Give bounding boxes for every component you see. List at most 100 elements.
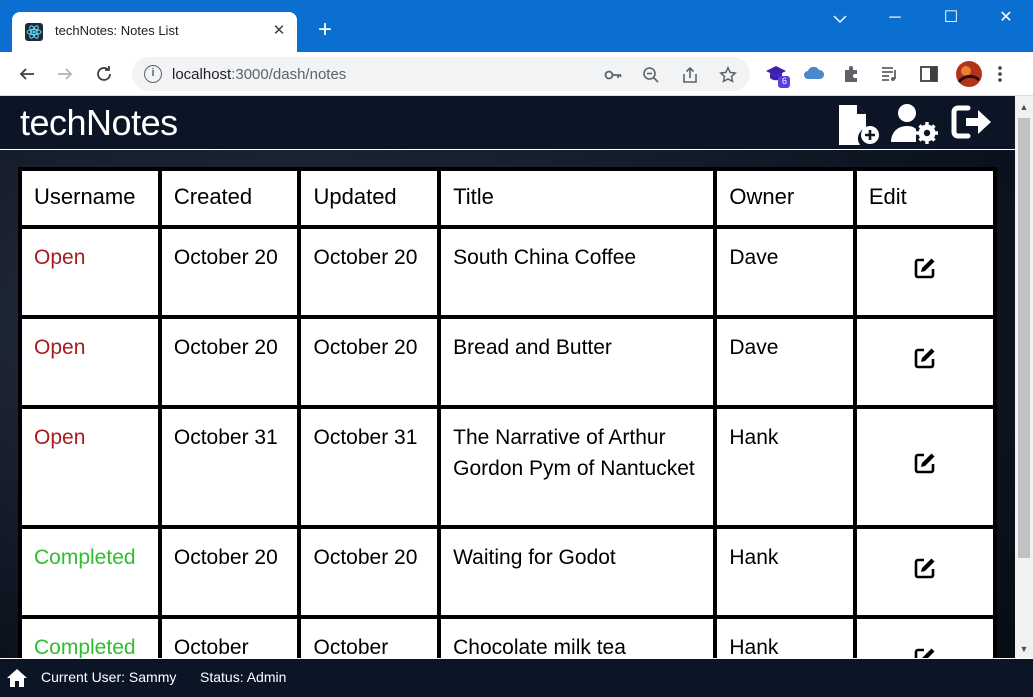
notes-table-container: Username Created Updated Title Owner Edi… <box>18 167 997 658</box>
forward-button[interactable] <box>51 60 79 88</box>
edit-note-button[interactable] <box>912 646 938 658</box>
zoom-icon[interactable] <box>640 64 662 86</box>
scroll-down-arrow-icon[interactable]: ▼ <box>1018 642 1030 656</box>
note-owner: Dave <box>717 319 853 405</box>
extension-graduation-icon[interactable]: 6 <box>764 62 790 88</box>
side-panel-icon[interactable] <box>919 64 941 86</box>
note-status: Open <box>22 229 158 315</box>
tab-search-icon[interactable] <box>817 6 863 32</box>
notes-table: Username Created Updated Title Owner Edi… <box>18 167 997 658</box>
new-note-button[interactable] <box>836 102 882 146</box>
home-button[interactable] <box>6 668 28 688</box>
note-edit-cell <box>856 619 993 658</box>
tab-close-icon[interactable]: ✕ <box>270 20 288 42</box>
logout-button[interactable] <box>950 102 994 146</box>
column-header-updated: Updated <box>301 171 438 225</box>
new-tab-button[interactable]: + <box>312 17 338 43</box>
edit-note-button[interactable] <box>912 451 938 477</box>
note-owner: Hank <box>717 529 853 615</box>
scrollbar-thumb[interactable] <box>1018 118 1030 558</box>
note-owner: Hank <box>717 409 853 525</box>
share-icon[interactable] <box>679 64 701 86</box>
note-updated: October 20 <box>301 229 438 315</box>
note-status: Open <box>22 409 158 525</box>
reload-button[interactable] <box>90 60 118 88</box>
table-header-row: Username Created Updated Title Owner Edi… <box>22 171 993 225</box>
edit-pencil-icon <box>914 258 935 278</box>
edit-pencil-icon <box>914 453 935 473</box>
edit-pencil-icon <box>914 648 935 658</box>
column-header-username: Username <box>22 171 158 225</box>
maximize-button[interactable]: ☐ <box>928 6 974 32</box>
note-title: Waiting for Godot <box>441 529 714 615</box>
table-row[interactable]: Open October 20 October 20 Bread and But… <box>22 319 993 405</box>
page-scrollbar[interactable]: ▲ ▼ <box>1015 96 1033 658</box>
note-created: October 31 <box>161 409 298 525</box>
url-host: localhost <box>172 66 232 83</box>
note-status: Completed <box>22 619 158 658</box>
key-icon[interactable] <box>602 64 624 86</box>
note-title: South China Coffee <box>441 229 714 315</box>
app-brand-link[interactable]: techNotes <box>20 102 178 144</box>
note-created: October <box>161 619 298 658</box>
note-edit-cell <box>856 529 993 615</box>
extensions-puzzle-icon[interactable] <box>842 64 864 86</box>
user-gear-icon <box>891 104 938 144</box>
edit-note-button[interactable] <box>912 556 938 582</box>
column-header-created: Created <box>161 171 298 225</box>
note-created: October 20 <box>161 529 298 615</box>
minimize-button[interactable]: ─ <box>872 6 918 32</box>
home-icon <box>7 669 27 687</box>
table-row[interactable]: Completed October October Chocolate milk… <box>22 619 993 658</box>
media-queue-icon[interactable] <box>880 64 902 86</box>
user-settings-button[interactable] <box>890 102 940 146</box>
table-row[interactable]: Completed October 20 October 20 Waiting … <box>22 529 993 615</box>
edit-note-button[interactable] <box>912 346 938 372</box>
page-viewport: techNotes Username Created Updated Title… <box>0 96 1015 658</box>
note-owner: Hank <box>717 619 853 658</box>
column-header-edit: Edit <box>856 171 993 225</box>
note-updated: October 20 <box>301 529 438 615</box>
edit-pencil-icon <box>914 558 935 578</box>
note-edit-cell <box>856 229 993 315</box>
current-user-label: Current User: Sammy <box>41 669 177 685</box>
site-info-icon[interactable]: i <box>144 65 162 83</box>
note-owner: Dave <box>717 229 853 315</box>
app-header: techNotes <box>0 96 1015 150</box>
column-header-owner: Owner <box>717 171 853 225</box>
browser-title-bar: techNotes: Notes List ✕ + ─ ☐ ✕ <box>0 0 1033 52</box>
sign-out-icon <box>951 105 991 139</box>
browser-menu-icon[interactable] <box>997 64 1019 86</box>
profile-avatar[interactable] <box>955 60 983 88</box>
note-status: Completed <box>22 529 158 615</box>
edit-note-button[interactable] <box>912 256 938 282</box>
note-title: Chocolate milk tea <box>441 619 714 658</box>
user-status-label: Status: Admin <box>200 669 287 685</box>
note-updated: October 31 <box>301 409 438 525</box>
table-row[interactable]: Open October 20 October 20 South China C… <box>22 229 993 315</box>
column-header-title: Title <box>441 171 714 225</box>
note-title: Bread and Butter <box>441 319 714 405</box>
browser-toolbar: i localhost:3000/dash/notes 6 <box>0 52 1033 96</box>
react-favicon-icon <box>25 23 43 41</box>
note-updated: October 20 <box>301 319 438 405</box>
note-created: October 20 <box>161 229 298 315</box>
url-path: :3000/dash/notes <box>231 66 347 83</box>
address-bar[interactable]: i localhost:3000/dash/notes <box>132 57 750 91</box>
note-title: The Narrative of Arthur Gordon Pym of Na… <box>441 409 714 525</box>
file-plus-icon <box>839 105 879 145</box>
back-button[interactable] <box>13 60 41 88</box>
close-window-button[interactable]: ✕ <box>983 6 1029 32</box>
note-updated: October <box>301 619 438 658</box>
table-row[interactable]: Open October 31 October 31 The Narrative… <box>22 409 993 525</box>
note-edit-cell <box>856 409 993 525</box>
note-edit-cell <box>856 319 993 405</box>
edit-pencil-icon <box>914 348 935 368</box>
scroll-up-arrow-icon[interactable]: ▲ <box>1018 100 1030 114</box>
bookmark-star-icon[interactable] <box>717 64 739 86</box>
browser-tab[interactable]: techNotes: Notes List ✕ <box>12 12 297 52</box>
url-text[interactable]: localhost:3000/dash/notes <box>172 66 346 83</box>
cloud-icon[interactable] <box>803 64 825 86</box>
tab-title: techNotes: Notes List <box>55 23 179 38</box>
app-footer: Current User: Sammy Status: Admin <box>0 658 1033 697</box>
